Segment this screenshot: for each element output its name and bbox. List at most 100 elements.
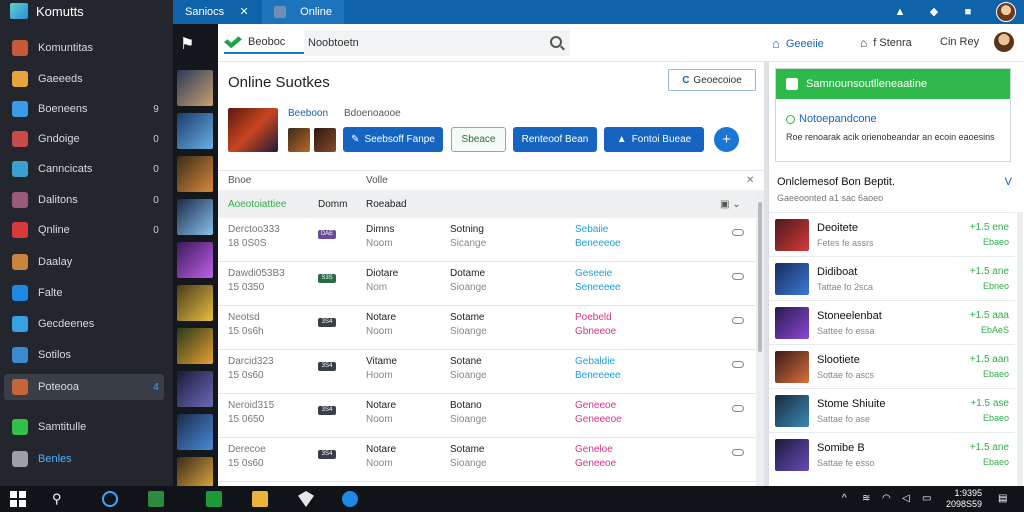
- game-thumbnail[interactable]: [177, 70, 213, 106]
- list-item[interactable]: Somibe B Sattae fe esso +1.5 ane Ebaeo: [769, 432, 1015, 476]
- selected-title[interactable]: Beeboon: [288, 108, 328, 119]
- table-row[interactable]: Neotsd 15 0s6h Notare Noom Sotame Sioange Poeb…: [218, 306, 756, 350]
- table-row[interactable]: Derctoo333 18 0S0S Dimns Noom Sotning Sicange…: [218, 218, 756, 262]
- chevron-down-icon[interactable]: V: [1005, 176, 1012, 188]
- sidebar-item[interactable]: Sotilos: [4, 342, 164, 368]
- clock[interactable]: 1:9395 2098S59: [946, 488, 982, 510]
- sidebar-item[interactable]: Gecdeenes: [4, 311, 164, 337]
- action-button-4[interactable]: ▲ Fontoi Bueae: [604, 127, 704, 152]
- share-icon[interactable]: ◆: [928, 6, 940, 18]
- browser-icon[interactable]: [342, 491, 358, 507]
- action-button-1[interactable]: ✎ Seebsoff Fanpe: [343, 127, 443, 152]
- thumbs-up-icon[interactable]: ▲: [894, 6, 906, 18]
- windows-start-icon[interactable]: [10, 491, 26, 507]
- sidebar-item[interactable]: Falte: [4, 280, 164, 306]
- table-row[interactable]: Darcid323 15 0s60 Vitame Hoom Sotane Sioange G…: [218, 350, 756, 394]
- sidebar-item[interactable]: Komuntitas: [4, 35, 164, 61]
- link-icon[interactable]: [732, 405, 744, 412]
- close-icon[interactable]: ✕: [746, 175, 754, 186]
- sidebar-item[interactable]: Poteooa 4: [4, 374, 164, 400]
- sidebar-item[interactable]: Canncicats 0: [4, 156, 164, 182]
- sidebar-item[interactable]: Dalitons 0: [4, 187, 164, 213]
- action-button-2[interactable]: Sbeace: [451, 127, 506, 152]
- app-icon-green[interactable]: [148, 491, 164, 507]
- folder-icon[interactable]: [252, 491, 268, 507]
- header-link-store[interactable]: ⌂ f Stenra: [860, 36, 912, 50]
- top-action-button[interactable]: C Geoecoioe: [668, 69, 756, 91]
- list-item-thumbnail: [775, 307, 809, 339]
- table-cell: Seneeeee: [575, 282, 621, 293]
- right-scrollbar[interactable]: [1017, 212, 1023, 486]
- header-link-profile[interactable]: Cin Rey: [940, 36, 979, 48]
- shield-icon[interactable]: [298, 491, 314, 507]
- table-row[interactable]: Dawdi053B3 15 0350 Diotare Nom Dotame Sioange…: [218, 262, 756, 306]
- game-thumbnail[interactable]: [177, 156, 213, 192]
- table-row[interactable]: Neroid315 15 0650 Notare Noom Botano Sioange G…: [218, 394, 756, 438]
- game-thumbnail[interactable]: [177, 414, 213, 450]
- link-icon[interactable]: [732, 361, 744, 368]
- add-button[interactable]: +: [714, 127, 739, 152]
- network-icon[interactable]: ≋: [862, 493, 873, 504]
- list-item-thumbnail: [775, 219, 809, 251]
- search-input[interactable]: [304, 30, 570, 56]
- sidebar-item[interactable]: Daalay: [4, 249, 164, 275]
- sort-icon[interactable]: ▣ ⌄: [720, 199, 741, 210]
- list-item-v1: +1.5 ane: [969, 266, 1009, 277]
- link-icon[interactable]: [732, 317, 744, 324]
- sidebar-item[interactable]: Gndoige 0: [4, 126, 164, 152]
- action-button-3[interactable]: Renteoof Bean: [513, 127, 597, 152]
- featured-image[interactable]: [228, 108, 278, 152]
- bell-icon[interactable]: ■: [962, 6, 974, 18]
- list-item[interactable]: Stoneelenbat Sattee fo essa +1.5 aaa EbAeS: [769, 300, 1015, 344]
- search-icon[interactable]: [550, 36, 562, 48]
- game-thumbnail[interactable]: [177, 113, 213, 149]
- app-icon: [786, 78, 798, 90]
- sidebar-item-label: Canncicats: [38, 163, 93, 175]
- sidebar-item-label: Boeneens: [38, 103, 88, 115]
- notifications-icon[interactable]: ▤: [998, 493, 1009, 504]
- list-item[interactable]: Stome Shiuite Sattae fo ase +1.5 ase Ebaeo: [769, 388, 1015, 432]
- sidebar-item-icon: [12, 285, 28, 301]
- app-icon-sheet[interactable]: [206, 491, 222, 507]
- sidebar-item[interactable]: Qnline 0: [4, 217, 164, 243]
- battery-icon[interactable]: ▭: [922, 493, 933, 504]
- close-icon[interactable]: ✕: [238, 6, 250, 18]
- mini-thumbnail[interactable]: [314, 128, 336, 152]
- cortana-icon[interactable]: [102, 491, 118, 507]
- game-thumbnail[interactable]: [177, 242, 213, 278]
- row-tag-badge: S3S: [318, 274, 336, 283]
- sidebar-item[interactable]: Gaeeeds: [4, 66, 164, 92]
- game-thumbnail[interactable]: [177, 371, 213, 407]
- game-thumbnail[interactable]: [177, 328, 213, 364]
- header-link-home[interactable]: ⌂ Geeeiie: [772, 36, 824, 51]
- pin-icon[interactable]: ⚑: [180, 34, 194, 54]
- tab-saniocs[interactable]: Saniocs ✕: [173, 0, 262, 24]
- list-item[interactable]: Didiboat Tattae fo 2sca +1.5 ane Ebneo: [769, 256, 1015, 300]
- link-icon[interactable]: [732, 273, 744, 280]
- notification-card[interactable]: Samnounsoutlleneaatine Notoepandcone Roe…: [775, 68, 1011, 162]
- table-cell: Geseeie: [575, 268, 613, 279]
- game-thumbnail[interactable]: [177, 285, 213, 321]
- sidebar-item[interactable]: Benles: [4, 446, 164, 472]
- mini-thumbnail[interactable]: [288, 128, 310, 152]
- header-avatar[interactable]: [994, 32, 1014, 52]
- list-item[interactable]: Slootiete Sottae fo ascs +1.5 aan Ebaeo: [769, 344, 1015, 388]
- table-row[interactable]: Derecoe 15 0s60 Notare Noom Sotame Sioange Gen…: [218, 438, 756, 482]
- volume-icon[interactable]: ◁: [902, 493, 913, 504]
- chevron-up-icon[interactable]: ^: [842, 493, 853, 504]
- link-icon[interactable]: [732, 229, 744, 236]
- search-icon[interactable]: ⚲: [52, 491, 68, 507]
- user-avatar[interactable]: [996, 2, 1016, 22]
- title-bar: Saniocs ✕ Online ▲ ◆ ■: [173, 0, 1024, 24]
- table-cell: Sioange: [450, 458, 487, 469]
- sidebar-item[interactable]: Boeneens 9: [4, 96, 164, 122]
- sidebar-item[interactable]: Samtitulle: [4, 414, 164, 440]
- table-scroll-thumb[interactable]: [758, 202, 762, 352]
- tab-online[interactable]: Online: [262, 0, 344, 24]
- wifi-icon[interactable]: ◠: [882, 493, 893, 504]
- table-cell: Sioange: [450, 414, 487, 425]
- home-tab[interactable]: Beoboc: [224, 32, 304, 54]
- link-icon[interactable]: [732, 449, 744, 456]
- game-thumbnail[interactable]: [177, 199, 213, 235]
- list-item[interactable]: Deoitete Fetes fe assrs +1.5 ene Ebaeo: [769, 212, 1015, 256]
